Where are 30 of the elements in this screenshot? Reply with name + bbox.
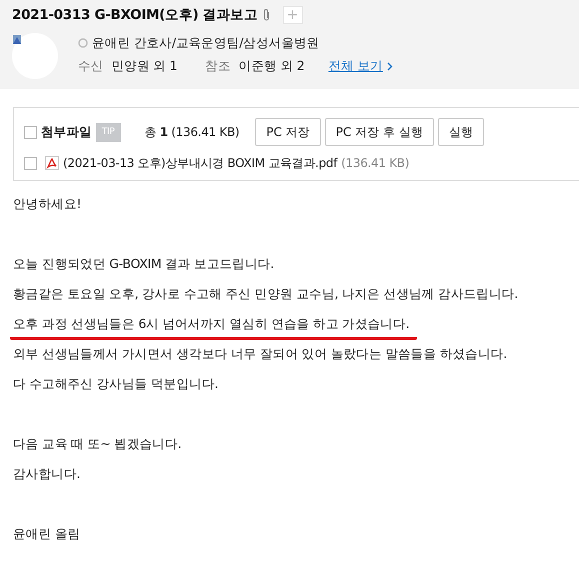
body-text: 오늘 진행되었던 G-BOXIM 결과 보고드립니다. [13, 255, 274, 274]
avatar [12, 33, 58, 80]
body-text: 다음 교육 때 또~ 뵙겠습니다. [13, 435, 182, 454]
checkbox[interactable] [24, 156, 37, 170]
attachment-title: 첨부파일 [41, 122, 92, 141]
checkbox[interactable] [24, 126, 37, 139]
recipient-value[interactable]: 이준행 외 2 [238, 57, 304, 76]
attachment-button[interactable]: 실행 [438, 118, 484, 146]
body-text: 감사합니다. [13, 465, 80, 484]
body-text: 외부 선생님들께서 가시면서 생각보다 너무 잘되어 있어 놀랐다는 말씀들을 하셨습니다. [13, 345, 507, 364]
body-text: 다 수고해주신 강사님들 덕분입니다. [13, 375, 218, 394]
paperclip-icon [262, 8, 271, 22]
attachment-button[interactable]: PC 저장 후 실행 [324, 118, 434, 146]
chevron-icon[interactable] [386, 62, 393, 72]
attachment-total: 총 1 (136.41 KB) [144, 124, 240, 142]
recipient-value[interactable]: 민양원 외 1 [111, 57, 178, 76]
body-text: 오후 과정 선생님들은 6시 넘어서까지 열심히 연습을 하고 가셨습니다. [10, 315, 418, 340]
attachment-button[interactable]: PC 저장 [255, 118, 321, 146]
body-text: 윤애린 올림 [13, 525, 80, 544]
body-text: 황금같은 토요일 오후, 강사로 수고해 주신 민양원 교수님, 나지은 선생님께 감사드립니다. [13, 285, 518, 304]
recipient-label: 수신 [78, 57, 104, 76]
subject-title: 2021-0313 G-BXOIM(오후) 결과보고 [12, 6, 258, 25]
sender-name: 윤애린 간호사/교육운영팀/삼성서울병원 [92, 34, 320, 52]
recipient-label: 참조 [205, 57, 231, 76]
status-icon [78, 38, 88, 48]
view-all-link[interactable]: 전체 보기 [328, 57, 383, 76]
body-text: 안녕하세요! [13, 195, 82, 214]
file-size: (136.41 KB) [341, 155, 410, 172]
pdf-file-icon [45, 156, 59, 170]
attachment-file-link[interactable]: (2021-03-13 오후)상부내시경 BOXIM 교육결과.pdf [63, 154, 338, 172]
